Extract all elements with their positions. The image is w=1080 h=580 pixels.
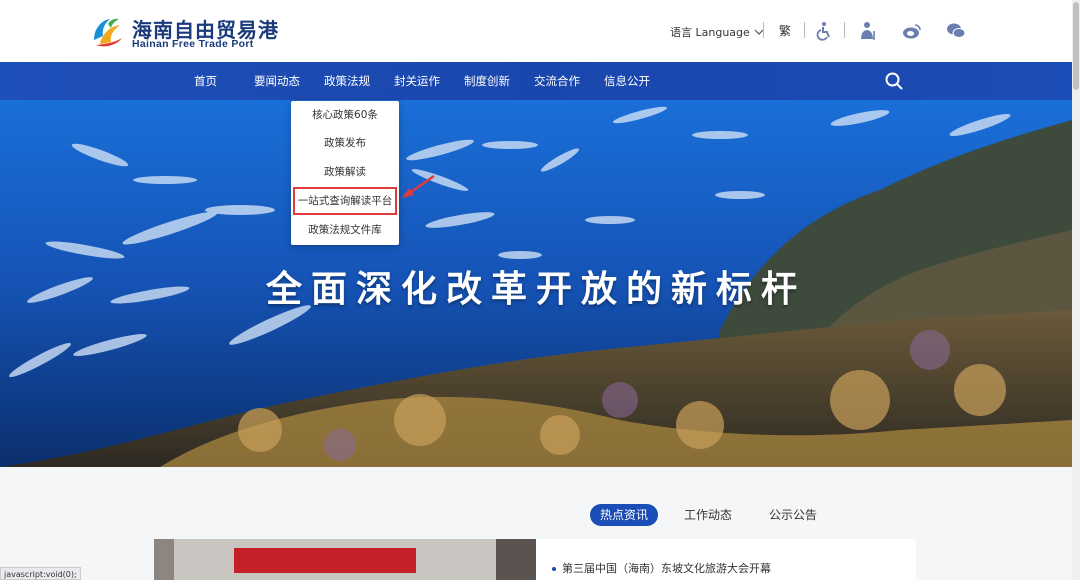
divider <box>804 22 805 38</box>
nav-item-customs-closure[interactable]: 封关运作 <box>394 62 440 100</box>
news-list-item[interactable]: 第三届中国（海南）东坡文化旅游大会开幕 <box>552 560 771 576</box>
nav-item-cooperation[interactable]: 交流合作 <box>534 62 580 100</box>
policies-dropdown-menu: 核心政策60条 政策发布 政策解读 一站式查询解读平台 政策法规文件库 <box>291 101 399 245</box>
dropdown-item-policy-interpretation[interactable]: 政策解读 <box>291 158 399 186</box>
language-selector[interactable]: 语言 Language <box>670 24 764 40</box>
hero-title: 全面深化改革开放的新标杆 <box>265 269 806 310</box>
annotation-arrow-icon <box>402 174 435 198</box>
dropdown-item-one-stop-platform[interactable]: 一站式查询解读平台 <box>293 187 397 215</box>
divider <box>763 22 764 38</box>
nav-item-policies[interactable]: 政策法规 <box>324 62 370 100</box>
tab-hot-news[interactable]: 热点资讯 <box>590 504 659 526</box>
page-scrollbar[interactable] <box>1072 0 1080 580</box>
bullet-icon <box>552 567 556 571</box>
tab-work-updates[interactable]: 工作动态 <box>684 504 732 526</box>
logo-english-text: Hainan Free Trade Port <box>132 38 254 50</box>
dropdown-item-policy-release[interactable]: 政策发布 <box>291 129 399 157</box>
divider <box>844 22 845 38</box>
nav-item-disclosure[interactable]: 信息公开 <box>604 62 650 100</box>
wechat-icon[interactable] <box>946 21 966 41</box>
language-label: 语言 Language <box>670 26 750 39</box>
browser-status-bar: javascript:void(0); <box>0 567 81 580</box>
site-header: 海南自由贸易港 Hainan Free Trade Port 语言 Langua… <box>0 0 1072 62</box>
nav-item-innovation[interactable]: 制度创新 <box>464 62 510 100</box>
logo-mark-icon <box>94 18 122 47</box>
news-title: 第三届中国（海南）东坡文化旅游大会开幕 <box>562 562 771 575</box>
elderly-mode-icon[interactable] <box>858 21 878 41</box>
weibo-icon[interactable] <box>902 21 922 41</box>
scrollbar-thumb[interactable] <box>1073 2 1079 90</box>
news-photo[interactable] <box>154 539 536 580</box>
main-nav: 首页 要闻动态 政策法规 封关运作 制度创新 交流合作 信息公开 <box>0 62 1072 100</box>
accessibility-icon[interactable] <box>814 21 834 41</box>
nav-item-news[interactable]: 要闻动态 <box>254 62 300 100</box>
nav-item-home[interactable]: 首页 <box>194 62 217 100</box>
dropdown-item-policy-library[interactable]: 政策法规文件库 <box>291 216 399 244</box>
hero-banner: 全面深化改革开放的新标杆 <box>0 100 1072 467</box>
dropdown-item-core-policies[interactable]: 核心政策60条 <box>291 101 399 129</box>
traditional-chinese-toggle[interactable]: 繁 <box>779 22 791 39</box>
site-logo[interactable]: 海南自由贸易港 Hainan Free Trade Port <box>90 12 290 52</box>
search-icon[interactable] <box>884 71 904 91</box>
tab-announcements[interactable]: 公示公告 <box>769 504 817 526</box>
